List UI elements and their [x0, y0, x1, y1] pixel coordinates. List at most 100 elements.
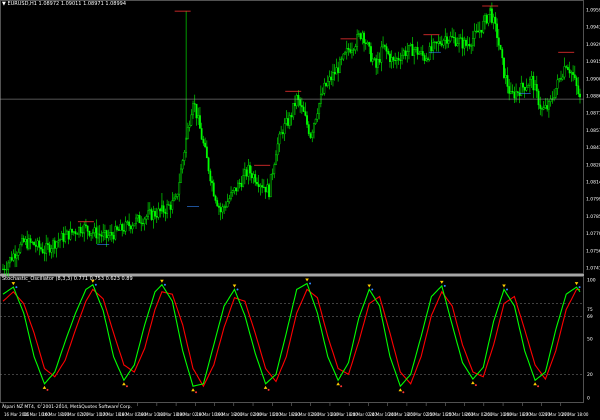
mt4-chart-window[interactable]: 1.09590 1.09435 1.09295 1.09150 1.09005 1.088… [0, 0, 600, 420]
candle-body [359, 33, 362, 40]
price-axis-label: 1.09150 [586, 59, 600, 65]
blue-dot-icon [236, 288, 239, 291]
candle-body [454, 37, 457, 46]
candle-body [15, 255, 18, 259]
candle-body [563, 66, 566, 78]
candle-body [494, 16, 497, 25]
candle-body [399, 59, 402, 61]
candle-body [243, 169, 246, 176]
candle-body [435, 41, 438, 44]
candle-body [59, 239, 61, 241]
candle-body [245, 169, 248, 177]
candle-body [506, 75, 509, 87]
up-arrow-icon [263, 385, 268, 389]
indicator-axis-label: 0 [587, 396, 590, 402]
candle-body [387, 51, 390, 55]
candle-body [471, 38, 474, 47]
red-dot-icon [340, 385, 343, 388]
candle-body [69, 228, 72, 240]
candle-body [166, 204, 169, 214]
candle-body [109, 232, 112, 236]
candle-body [554, 88, 557, 98]
candle-body [218, 205, 220, 208]
candle-body [534, 84, 536, 91]
candle-body [295, 95, 298, 107]
candle-body [318, 103, 321, 114]
candle-body [463, 39, 466, 49]
candle-body [542, 107, 545, 110]
blue-dot-icon [443, 284, 446, 287]
candlestick-series [2, 2, 581, 277]
candle-body [444, 36, 447, 41]
candle-body [226, 201, 229, 207]
candle-body [285, 118, 288, 124]
candle-body [252, 174, 255, 179]
candle-body [247, 165, 250, 177]
candle-body [91, 232, 94, 234]
candle-body [17, 252, 20, 256]
candle-body [482, 20, 485, 33]
candle-body [205, 146, 208, 159]
candle-body [240, 183, 243, 187]
price-axis-label: 1.09005 [586, 76, 600, 82]
blue-dot-icon [371, 288, 374, 291]
candle-body [135, 217, 137, 225]
up-arrow-icon [191, 388, 195, 392]
candle-body [261, 185, 264, 188]
candle-body [382, 44, 384, 48]
price-axis-label: 1.07850 [586, 214, 600, 220]
candle-body [47, 243, 49, 245]
candle-body [197, 115, 200, 119]
candle-body [176, 193, 179, 197]
candle-body [150, 209, 153, 220]
candle-body [340, 58, 343, 60]
candle-body [508, 86, 511, 94]
candle-body [98, 233, 101, 236]
candle-body [24, 239, 27, 242]
candle-body [66, 230, 68, 235]
candle-body [185, 138, 188, 153]
candle-body [140, 222, 143, 224]
candle-body [216, 200, 219, 207]
candle-body [556, 79, 559, 89]
price-chart[interactable]: 1.09590 1.09435 1.09295 1.09150 1.09005 1.088… [0, 0, 600, 420]
candle-body [275, 154, 277, 166]
candle-body [268, 184, 270, 198]
candle-body [36, 240, 39, 247]
candle-body [12, 253, 15, 261]
candle-body [250, 172, 253, 179]
candle-body [204, 142, 207, 148]
candle-body [5, 269, 8, 271]
candle-body [499, 44, 502, 50]
candle-body [371, 58, 374, 62]
candle-body [230, 192, 232, 199]
candle-body [378, 59, 381, 63]
blue-dot-icon [163, 283, 166, 286]
candle-body [311, 131, 314, 138]
candle-body [9, 257, 11, 264]
indicator-axis-label: 75 [587, 307, 593, 313]
candle-body [145, 216, 148, 220]
candle-body [385, 46, 388, 52]
red-dot-icon [402, 391, 405, 394]
candle-body [447, 40, 450, 44]
candle-body [219, 207, 222, 213]
candle-body [287, 118, 289, 126]
candle-body [370, 46, 372, 62]
candle-body [515, 91, 517, 99]
candle-body [304, 111, 307, 116]
indicator-axis: 100 7569 50 20 0 [587, 278, 596, 402]
candle-body [326, 81, 329, 87]
candle-body [259, 185, 262, 187]
candle-body [433, 41, 436, 43]
candle-body [397, 58, 400, 61]
candle-body [338, 58, 341, 73]
blue-dot-icon [15, 286, 18, 289]
chart-title-text: EURUSD,H1 1.08972 1.09011 1.08971 1.0899… [7, 1, 127, 7]
candle-body [477, 30, 479, 33]
candle-body [439, 41, 441, 45]
price-pane-frame [0, 0, 584, 274]
candle-body [280, 132, 283, 135]
candle-body [316, 113, 319, 120]
down-arrow-icon [305, 278, 309, 282]
